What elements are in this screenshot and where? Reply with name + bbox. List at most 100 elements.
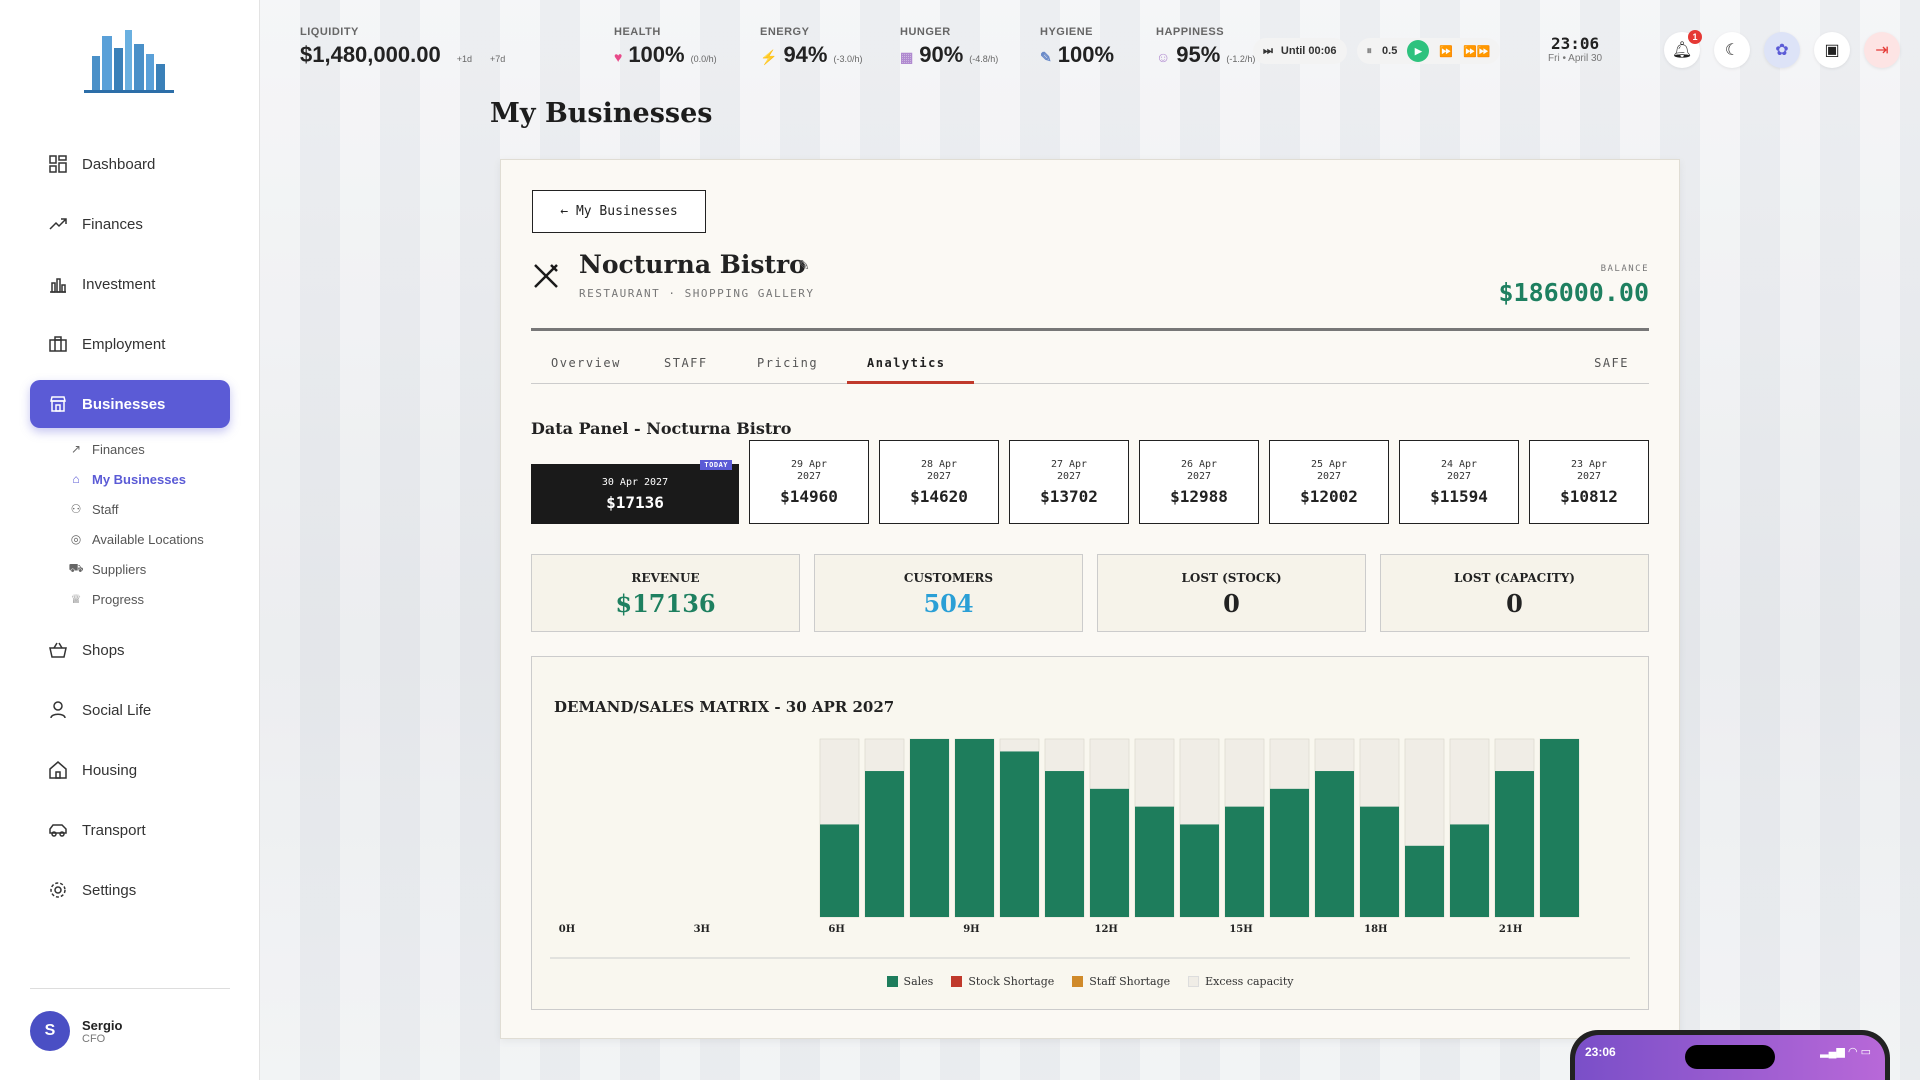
- back-to-businesses-button[interactable]: ← My Businesses: [532, 190, 706, 233]
- logout-icon: ⇥: [1875, 42, 1889, 59]
- people-icon: ⚇: [70, 502, 82, 516]
- user-profile[interactable]: S Sergio CFO: [30, 988, 230, 1051]
- sidebar-item-finances[interactable]: Finances: [30, 200, 230, 248]
- sales-bar[interactable]: [1540, 739, 1579, 917]
- phone-widget[interactable]: 23:06 ▂▄▆ ◠ ▭: [1570, 1030, 1890, 1080]
- page-title: My Businesses: [490, 98, 713, 129]
- sales-bar[interactable]: [1315, 771, 1354, 917]
- sales-bar[interactable]: [955, 739, 994, 917]
- liquidity-value: $1,480,000.00: [300, 42, 441, 67]
- smile-icon: ☺: [1156, 49, 1171, 65]
- save-button[interactable]: ▣: [1814, 32, 1850, 68]
- x-tick-label: 0H: [559, 924, 575, 935]
- balance-value: $186000.00: [1498, 278, 1649, 307]
- tab-staff[interactable]: STAFF: [644, 352, 728, 384]
- x-tick-label: 18H: [1364, 924, 1387, 935]
- trending-up-icon: [48, 214, 68, 234]
- liquidity-1d-button[interactable]: +1d: [457, 54, 472, 64]
- time-controls: ⏭ Until 00:06 ⏸ 0.5 ▶ ⏩ ⏩⏩: [1253, 38, 1510, 64]
- logout-button[interactable]: ⇥: [1864, 32, 1900, 68]
- subnav-item-finances[interactable]: ↗ Finances: [68, 434, 230, 464]
- sidebar-item-businesses[interactable]: Businesses: [30, 380, 230, 428]
- business-tabs: Overview STAFF Pricing Analytics SAFE: [531, 352, 1649, 384]
- day-card[interactable]: 28 Apr 2027 $14620: [879, 440, 999, 524]
- liquidity-7d-button[interactable]: +7d: [490, 54, 505, 64]
- theme-toggle-button[interactable]: ☾: [1714, 32, 1750, 68]
- pause-button[interactable]: ⏸: [1367, 45, 1373, 58]
- sidebar-item-employment[interactable]: Employment: [30, 320, 230, 368]
- subnav-item-available-locations[interactable]: ◎ Available Locations: [68, 524, 230, 554]
- car-icon: [48, 820, 68, 840]
- tab-analytics[interactable]: Analytics: [847, 352, 974, 384]
- palette-button[interactable]: ✿: [1764, 32, 1800, 68]
- subnav-item-staff[interactable]: ⚇ Staff: [68, 494, 230, 524]
- play-button[interactable]: ▶: [1407, 40, 1430, 62]
- day-card[interactable]: 25 Apr 2027 $12002: [1269, 440, 1389, 524]
- notification-badge: 1: [1688, 30, 1702, 44]
- tab-overview[interactable]: Overview: [531, 352, 641, 384]
- happiness-stat: HAPPINESS ☺ 95% (-1.2/h): [1156, 26, 1256, 67]
- skip-until-button[interactable]: ⏭ Until 00:06: [1253, 38, 1347, 64]
- trending-up-icon: ↗: [70, 442, 82, 456]
- sales-bar[interactable]: [1180, 824, 1219, 917]
- sales-bar[interactable]: [1270, 788, 1309, 917]
- sidebar-item-settings[interactable]: Settings: [30, 866, 230, 914]
- day-card[interactable]: 24 Apr 2027 $11594: [1399, 440, 1519, 524]
- store-icon: ⌂: [72, 472, 80, 486]
- sales-bar[interactable]: [910, 739, 949, 917]
- sidebar-item-shops[interactable]: Shops: [30, 626, 230, 674]
- sidebar-item-investment[interactable]: Investment: [30, 260, 230, 308]
- x-tick-label: 9H: [963, 924, 979, 935]
- speed-controls: ⏸ 0.5 ▶ ⏩ ⏩⏩: [1356, 38, 1501, 64]
- soap-icon: ✎: [1040, 49, 1052, 65]
- sales-bar[interactable]: [1000, 751, 1039, 917]
- metric-revenue: REVENUE $17136: [531, 554, 800, 632]
- x-tick-label: 6H: [828, 924, 844, 935]
- subnav-item-progress[interactable]: ♕ Progress: [68, 584, 230, 614]
- sales-bar[interactable]: [1090, 788, 1129, 917]
- phone-notch: [1685, 1045, 1775, 1069]
- tab-safe[interactable]: SAFE: [1574, 352, 1649, 384]
- day-card[interactable]: 26 Apr 2027 $12988: [1139, 440, 1259, 524]
- sales-bar[interactable]: [1360, 806, 1399, 917]
- heart-icon: ♥: [614, 49, 623, 65]
- food-icon: ▦: [900, 49, 914, 65]
- energy-stat: ENERGY ⚡ 94% (-3.0/h): [760, 26, 863, 67]
- day-selector: TODAY 30 Apr 2027 $17136 29 Apr 2027 $1496…: [531, 440, 1649, 524]
- tab-pricing[interactable]: Pricing: [737, 352, 838, 384]
- sales-bar[interactable]: [820, 824, 859, 917]
- chart-icon: [48, 274, 68, 294]
- notifications-button[interactable]: 🔔︎ 1: [1664, 30, 1702, 68]
- sidebar-item-dashboard[interactable]: Dashboard: [30, 140, 230, 188]
- today-badge: TODAY: [700, 460, 732, 470]
- briefcase-icon: [48, 334, 68, 354]
- dashboard-icon: [48, 154, 68, 174]
- sidebar-item-social-life[interactable]: Social Life: [30, 686, 230, 734]
- sidebar-item-label: Settings: [82, 881, 137, 899]
- sales-bar[interactable]: [1495, 771, 1534, 917]
- sales-bar[interactable]: [1225, 806, 1264, 917]
- sidebar-item-transport[interactable]: Transport: [30, 806, 230, 854]
- metric-lost-stock: LOST (STOCK) 0: [1097, 554, 1366, 632]
- phone-status-icons: ▂▄▆ ◠ ▭: [1820, 1046, 1871, 1058]
- fast-forward-button[interactable]: ⏩: [1439, 45, 1453, 58]
- edit-name-icon[interactable]: ✎: [798, 257, 810, 274]
- subnav-item-suppliers[interactable]: ⛟ Suppliers: [68, 554, 230, 584]
- sales-bar[interactable]: [1405, 845, 1444, 917]
- sidebar-item-label: Finances: [82, 215, 143, 233]
- subnav-item-my-businesses[interactable]: ⌂ My Businesses: [68, 464, 230, 494]
- sidebar-item-housing[interactable]: Housing: [30, 746, 230, 794]
- header-divider: [531, 328, 1649, 331]
- day-card[interactable]: 27 Apr 2027 $13702: [1009, 440, 1129, 524]
- day-card[interactable]: 29 Apr 2027 $14960: [749, 440, 869, 524]
- sidebar-item-label: Dashboard: [82, 155, 156, 173]
- sales-bar[interactable]: [1045, 771, 1084, 917]
- day-card[interactable]: 23 Apr 2027 $10812: [1529, 440, 1649, 524]
- fastest-forward-button[interactable]: ⏩⏩: [1463, 45, 1490, 58]
- day-card-today[interactable]: TODAY 30 Apr 2027 $17136: [531, 460, 739, 524]
- sales-bar[interactable]: [1450, 824, 1489, 917]
- metrics-row: REVENUE $17136 CUSTOMERS 504 LOST (STOCK) 0…: [531, 554, 1649, 632]
- sales-bar[interactable]: [865, 771, 904, 917]
- liquidity-stat: LIQUIDITY $1,480,000.00 +1d +7d: [300, 26, 506, 67]
- sales-bar[interactable]: [1135, 806, 1174, 917]
